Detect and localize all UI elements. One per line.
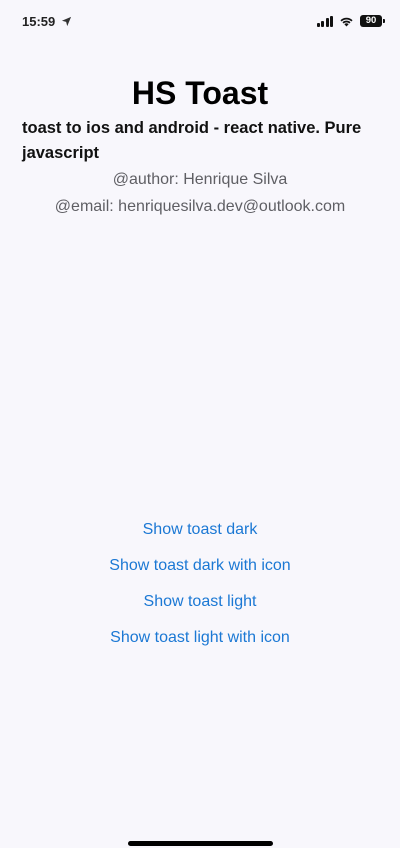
show-toast-light-with-icon-button[interactable]: Show toast light with icon bbox=[110, 620, 290, 656]
status-time-group: 15:59 bbox=[22, 14, 72, 29]
status-bar: 15:59 90 bbox=[0, 0, 400, 44]
status-time: 15:59 bbox=[22, 14, 56, 29]
toast-actions: Show toast dark Show toast dark with ico… bbox=[0, 512, 400, 656]
home-indicator[interactable] bbox=[128, 841, 273, 846]
cellular-signal-icon bbox=[316, 15, 333, 27]
status-indicators: 90 bbox=[316, 15, 385, 27]
author-line: @author: Henrique Silva bbox=[112, 171, 288, 188]
header: HS Toast toast to ios and android - reac… bbox=[0, 74, 400, 220]
battery-icon: 90 bbox=[360, 15, 385, 27]
show-toast-dark-button[interactable]: Show toast dark bbox=[143, 512, 258, 548]
show-toast-light-button[interactable]: Show toast light bbox=[144, 584, 257, 620]
show-toast-dark-with-icon-button[interactable]: Show toast dark with icon bbox=[109, 548, 290, 584]
location-arrow-icon bbox=[62, 16, 72, 27]
email-line: @email: henriquesilva.dev@outlook.com bbox=[54, 198, 346, 215]
wifi-icon bbox=[340, 17, 353, 27]
subtitle: toast to ios and android - react native.… bbox=[22, 119, 362, 162]
page-title: HS Toast bbox=[131, 75, 269, 111]
